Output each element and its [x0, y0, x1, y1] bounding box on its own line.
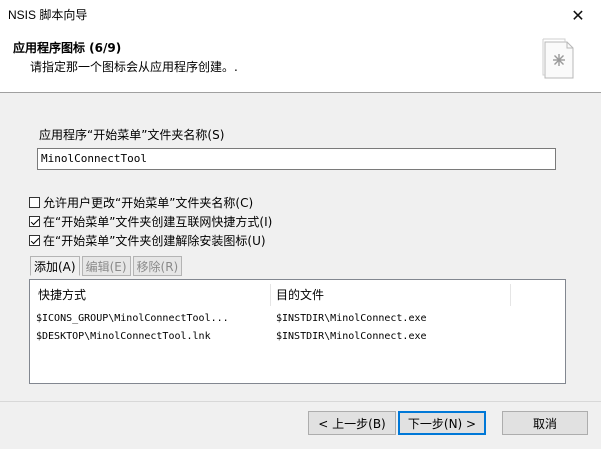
- start-menu-folder-label: 应用程序“开始菜单”文件夹名称(S): [39, 128, 225, 142]
- target-cell: $INSTDIR\MinolConnect.exe: [276, 313, 427, 324]
- shortcut-list[interactable]: 快捷方式 目的文件 $ICONS_GROUP\MinolConnectTool.…: [29, 279, 566, 384]
- close-button[interactable]: ✕: [555, 0, 601, 30]
- target-cell: $INSTDIR\MinolConnect.exe: [276, 331, 427, 342]
- shortcut-cell: $ICONS_GROUP\MinolConnectTool...: [36, 313, 229, 324]
- header-divider: [0, 92, 601, 93]
- column-divider[interactable]: [510, 284, 511, 306]
- allow-change-folder-checkbox[interactable]: 允许用户更改“开始菜单”文件夹名称(C): [29, 194, 253, 210]
- cancel-button[interactable]: 取消: [502, 411, 588, 435]
- column-divider[interactable]: [270, 284, 271, 306]
- checkbox-checked-icon: [29, 215, 40, 227]
- checkbox-label: 在“开始菜单”文件夹创建解除安装图标(U): [43, 233, 266, 248]
- title-bar: NSIS 脚本向导 ✕: [0, 0, 601, 30]
- footer-divider: [0, 401, 601, 402]
- shortcut-action-tabs: 添加(A) 编辑(E) 移除(R): [30, 256, 183, 276]
- create-uninstall-icon-checkbox[interactable]: 在“开始菜单”文件夹创建解除安装图标(U): [29, 232, 266, 248]
- page-subtitle: 请指定那一个图标会从应用程序创建。.: [30, 60, 238, 74]
- edit-button[interactable]: 编辑(E): [81, 256, 131, 276]
- close-icon: ✕: [571, 5, 585, 25]
- create-internet-shortcut-checkbox[interactable]: 在“开始菜单”文件夹创建互联网快捷方式(I): [29, 213, 272, 229]
- window-title: NSIS 脚本向导: [8, 8, 88, 22]
- wizard-header: 应用程序图标 (6/9) 请指定那一个图标会从应用程序创建。.: [0, 30, 601, 92]
- page-title: 应用程序图标 (6/9): [13, 41, 122, 55]
- remove-button[interactable]: 移除(R): [132, 256, 183, 276]
- start-menu-folder-input[interactable]: MinolConnectTool: [37, 148, 556, 170]
- add-button[interactable]: 添加(A): [30, 256, 80, 276]
- back-button[interactable]: < 上一步(B): [308, 411, 396, 435]
- checkbox-checked-icon: [29, 234, 40, 246]
- next-button[interactable]: 下一步(N) >: [398, 411, 486, 435]
- checkbox-unchecked-icon: [29, 196, 40, 208]
- checkbox-label: 在“开始菜单”文件夹创建互联网快捷方式(I): [43, 214, 273, 229]
- column-header-shortcut[interactable]: 快捷方式: [38, 286, 86, 304]
- checkbox-label: 允许用户更改“开始菜单”文件夹名称(C): [43, 195, 254, 210]
- shortcut-cell: $DESKTOP\MinolConnectTool.lnk: [36, 331, 211, 342]
- column-header-target[interactable]: 目的文件: [276, 286, 324, 304]
- document-star-icon: [542, 38, 574, 79]
